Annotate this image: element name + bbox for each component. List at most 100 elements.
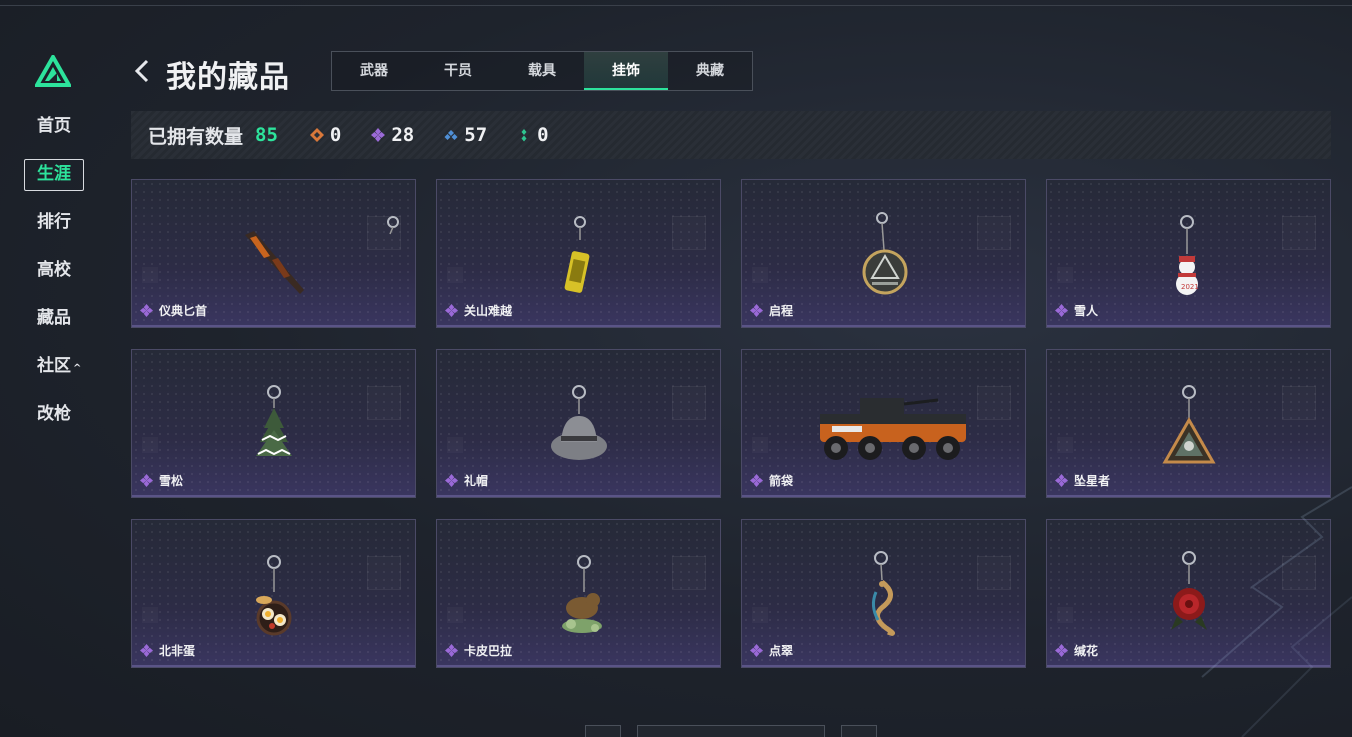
stat-value: 57: [464, 124, 488, 146]
charm-name-text: 仪典匕首: [159, 304, 208, 318]
charm-name: 启程: [750, 302, 793, 319]
sidebar-item-college[interactable]: 高校: [24, 254, 94, 302]
tab-collectibles[interactable]: 典藏: [668, 52, 752, 90]
charm-name-text: 卡皮巴拉: [464, 644, 513, 658]
app-logo[interactable]: [35, 55, 71, 87]
capybara-charm-icon: [562, 555, 602, 633]
rarity-purple-icon: [1055, 644, 1068, 657]
sidebar-item-community[interactable]: 社区 ^: [24, 350, 94, 398]
charm-name-text: 点翠: [769, 644, 794, 658]
stat-value: 0: [537, 124, 549, 146]
tab-charms[interactable]: 挂饰: [584, 52, 668, 90]
charm-name: 北非蛋: [140, 642, 195, 659]
charm-name: 卡皮巴拉: [445, 642, 512, 659]
sidebar-item-label: 首页: [37, 116, 71, 136]
stat-value: 0: [329, 124, 342, 146]
hat-charm-icon: [551, 385, 607, 460]
charm-card[interactable]: 北非蛋: [131, 519, 416, 668]
medal-charm-icon: [862, 212, 908, 295]
charm-name: 箭袋: [750, 472, 793, 489]
charm-name: 缄花: [1055, 642, 1098, 659]
charm-name: 礼帽: [445, 472, 488, 489]
svg-text:2021: 2021: [1181, 283, 1199, 291]
rarity-purple-icon: [445, 474, 458, 487]
charm-card[interactable]: 点翠: [741, 519, 1026, 668]
next-page-button[interactable]: [841, 725, 877, 737]
prev-page-button[interactable]: [585, 725, 621, 737]
sidebar-item-label: 生涯: [37, 164, 71, 184]
phoenix-charm-icon: [871, 551, 895, 636]
charm-name-text: 箭袋: [769, 474, 794, 488]
owned-count-label: 已拥有数量: [148, 125, 244, 148]
tab-weapons[interactable]: 武器: [332, 52, 416, 90]
page-title: 我的藏品: [166, 60, 290, 95]
category-tabs: 武器 干员 载具 挂饰 典藏: [331, 51, 753, 91]
purple-diamond-icon: [371, 128, 386, 142]
charm-name: 关山难越: [445, 302, 512, 319]
rarity-purple-icon: [750, 644, 763, 657]
sidebar-item-collection[interactable]: 藏品: [24, 302, 94, 350]
charm-name-text: 关山难越: [464, 304, 513, 318]
snowman-charm-icon: 2021: [1176, 215, 1199, 295]
sidebar-item-label: 社区: [37, 356, 71, 376]
charm-card[interactable]: 缄花: [1046, 519, 1331, 668]
charm-card[interactable]: 仪典匕首: [131, 179, 416, 328]
sidebar-item-career[interactable]: 生涯: [24, 158, 94, 206]
pine-tree-charm-icon: [256, 385, 292, 456]
sidebar-item-label: 藏品: [37, 308, 71, 328]
rarity-purple-icon: [140, 474, 153, 487]
charm-name-text: 礼帽: [464, 474, 489, 488]
charm-card[interactable]: 礼帽: [436, 349, 721, 498]
sidebar-nav: 首页 生涯 排行 高校 藏品 社区 ^ 改枪: [24, 110, 94, 446]
rarity-purple-icon: [445, 304, 458, 317]
charm-card[interactable]: 卡皮巴拉: [436, 519, 721, 668]
orange-diamond-icon: [309, 128, 324, 142]
rose-charm-icon: [1171, 551, 1207, 630]
charm-name-text: 坠星者: [1074, 474, 1111, 488]
page-indicator: [637, 725, 825, 737]
charm-name-text: 北非蛋: [159, 644, 196, 658]
charm-card[interactable]: 箭袋: [741, 349, 1026, 498]
skillet-charm-icon: [256, 555, 292, 636]
charm-name-text: 雪人: [1074, 304, 1099, 318]
tab-vehicles[interactable]: 载具: [500, 52, 584, 90]
sidebar-item-home[interactable]: 首页: [24, 110, 94, 158]
charm-card[interactable]: 启程: [741, 179, 1026, 328]
owned-count-total: 85: [255, 124, 278, 146]
tab-operators[interactable]: 干员: [416, 52, 500, 90]
ownership-summary: 已拥有数量 85 0 28 57 0: [131, 111, 1331, 159]
sidebar-item-label: 高校: [37, 260, 71, 280]
charm-card[interactable]: 2021 雪人: [1046, 179, 1331, 328]
charm-card[interactable]: 坠星者: [1046, 349, 1331, 498]
rarity-purple-icon: [750, 474, 763, 487]
charm-card[interactable]: 雪松: [131, 349, 416, 498]
charm-card[interactable]: 关山难越: [436, 179, 721, 328]
charm-name: 雪松: [140, 472, 183, 489]
top-divider: [0, 5, 1352, 6]
back-arrow-icon[interactable]: [133, 58, 151, 84]
charm-name: 点翠: [750, 642, 793, 659]
stat-orange: 0: [309, 124, 342, 146]
sidebar-item-label: 改枪: [37, 404, 71, 424]
charm-name: 雪人: [1055, 302, 1098, 319]
stat-blue: 57: [444, 124, 487, 146]
stat-purple: 28: [371, 124, 414, 146]
stat-value: 28: [391, 124, 415, 146]
blue-diamond-icon: [444, 130, 458, 140]
charm-name: 坠星者: [1055, 472, 1110, 489]
rarity-purple-icon: [140, 304, 153, 317]
rarity-purple-icon: [1055, 304, 1068, 317]
charm-name: 仪典匕首: [140, 302, 207, 319]
sidebar-item-label: 排行: [37, 212, 71, 232]
armored-vehicle-icon: [820, 398, 966, 460]
rarity-purple-icon: [445, 644, 458, 657]
rarity-purple-icon: [140, 644, 153, 657]
chevron-up-icon: ^: [73, 363, 82, 374]
sidebar-item-ranking[interactable]: 排行: [24, 206, 94, 254]
dagger-charm-icon: [245, 216, 399, 294]
green-diamond-icon: [521, 129, 527, 142]
can-charm-icon: [564, 216, 590, 293]
charm-name-text: 缄花: [1074, 644, 1099, 658]
sidebar-item-gunsmith[interactable]: 改枪: [24, 398, 94, 446]
rarity-purple-icon: [750, 304, 763, 317]
